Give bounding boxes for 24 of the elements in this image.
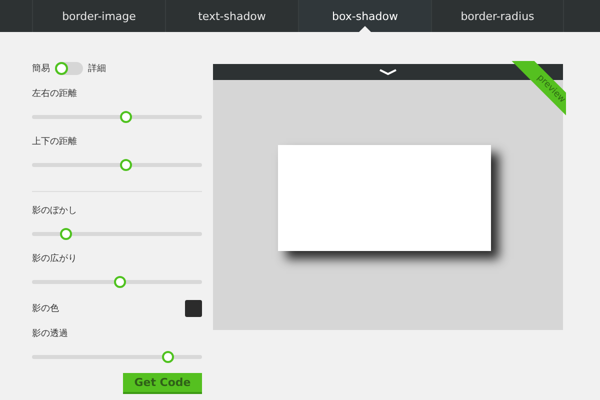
slider[interactable] [32,228,202,240]
slider-label: 左右の距離 [32,88,78,101]
slider-thumb[interactable] [114,276,126,288]
slider[interactable] [32,351,202,363]
mode-toggle[interactable] [55,62,83,75]
color-label: 影の色 [32,302,59,316]
slider-label: 影のぼかし [32,204,78,218]
color-swatch[interactable] [185,300,202,317]
slider[interactable] [32,276,202,288]
toggle-label: 詳細 [88,62,106,75]
chevron-down-icon[interactable] [379,69,397,75]
slider-thumb[interactable] [60,228,72,240]
toggle-label: 簡易 [32,62,50,75]
slider[interactable] [32,111,202,123]
nav-tab[interactable]: border-image [32,0,165,32]
slider-label: 上下の距離 [32,136,78,149]
slider-thumb[interactable] [120,159,132,171]
slider-label: 影の広がり [32,252,78,266]
slider-label: 影の透過 [32,328,69,341]
nav-tab[interactable]: box-shadow [298,0,431,32]
slider-thumb[interactable] [120,111,132,123]
nav-tab[interactable]: border-radius [431,0,564,32]
slider[interactable] [32,159,202,171]
slider-thumb[interactable] [162,351,174,363]
